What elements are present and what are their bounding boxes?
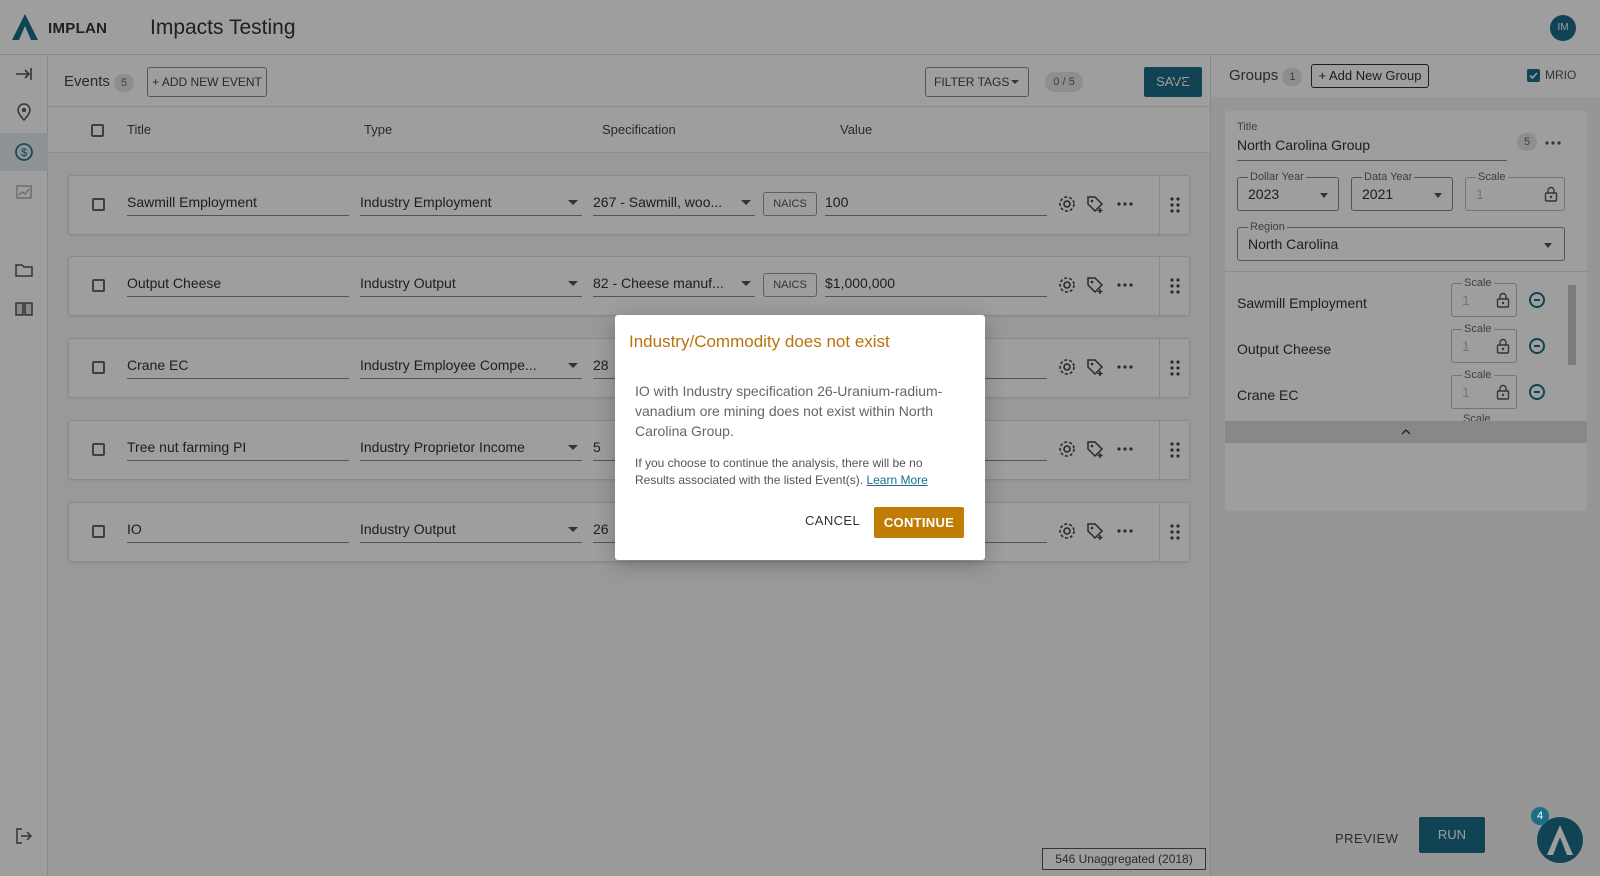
- industry-not-exist-dialog: Industry/Commodity does not exist IO wit…: [615, 315, 985, 560]
- cancel-button[interactable]: CANCEL: [805, 513, 860, 528]
- dialog-note: If you choose to continue the analysis, …: [635, 455, 965, 489]
- dialog-title: Industry/Commodity does not exist: [629, 332, 890, 351]
- learn-more-link[interactable]: Learn More: [866, 473, 927, 487]
- continue-button[interactable]: CONTINUE: [874, 507, 964, 538]
- dialog-message: IO with Industry specification 26-Uraniu…: [635, 383, 943, 439]
- notification-count-badge: 4: [1531, 807, 1549, 825]
